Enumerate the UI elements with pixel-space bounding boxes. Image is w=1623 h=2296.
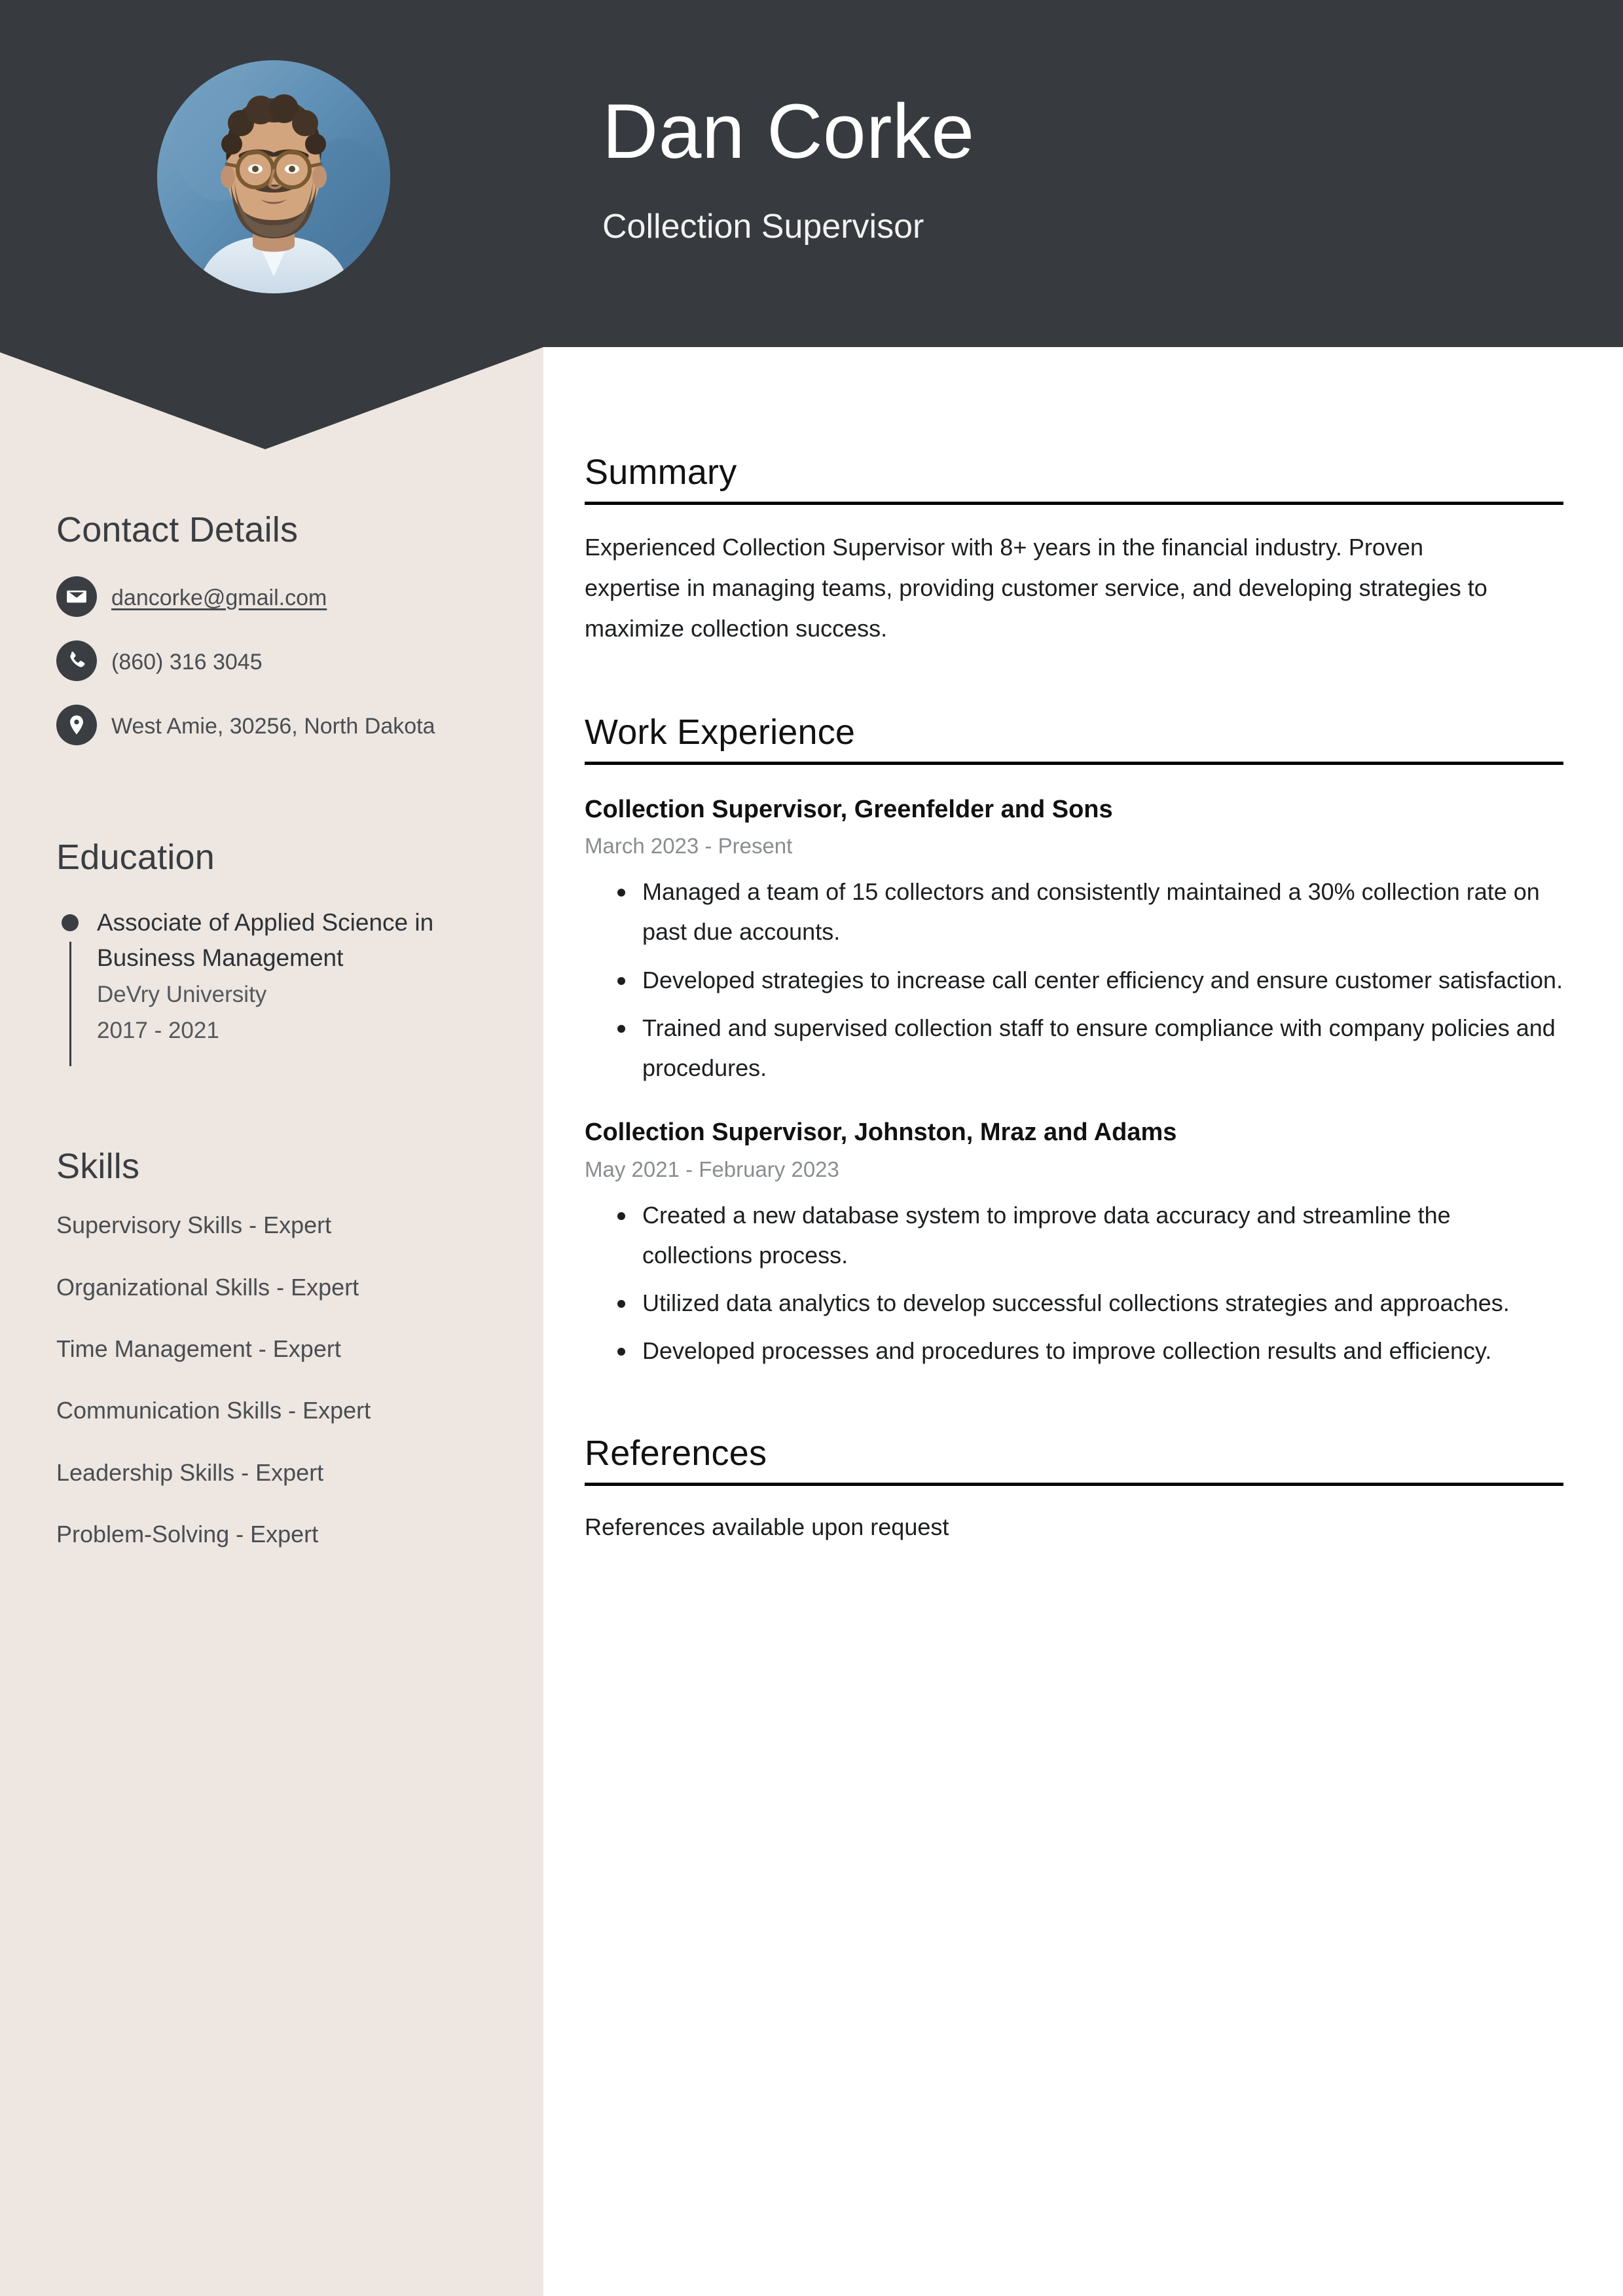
header-job-title: Collection Supervisor [602,207,924,246]
resume-page: Dan Corke Collection Supervisor Contact … [0,0,1623,2296]
job-bullet-list: Managed a team of 15 collectors and cons… [585,872,1563,1088]
contact-details-heading: Contact Details [56,510,299,549]
header-text-block: Dan Corke Collection Supervisor [602,88,1519,246]
list-item: Leadership Skills - Expert [56,1458,324,1486]
list-item: Organizational Skills - Expert [56,1273,359,1301]
page-title: Dan Corke [602,88,975,175]
list-item: Developed processes and procedures to im… [617,1331,1563,1371]
contact-item-address[interactable]: West Amie, 30256, North Dakota [56,703,487,745]
education-bullet-icon [62,914,79,931]
contact-item-phone[interactable]: (860) 316 3045 [56,639,487,681]
list-item: Supervisory Skills - Expert [56,1212,332,1239]
avatar [157,60,390,293]
job-bullet-list: Created a new database system to improve… [585,1195,1563,1371]
location-pin-icon [56,705,97,745]
education-timeline-line [69,942,71,1066]
education-school: DeVry University [97,982,267,1008]
contact-phone-value[interactable]: (860) 316 3045 [111,639,263,679]
education-degree: Associate of Applied Science in Business… [97,909,434,971]
list-item: Time Management - Expert [56,1335,341,1363]
contact-address-value[interactable]: West Amie, 30256, North Dakota [111,703,435,743]
job-role: Collection Supervisor, Johnston, Mraz an… [585,1119,1177,1147]
references-heading: References [585,1433,767,1473]
references-text: References available upon request [585,1513,949,1540]
envelope-icon [56,576,97,617]
skills-list: Supervisory Skills - Expert Organization… [56,1209,487,1551]
summary-section: Summary Experienced Collection Superviso… [585,452,1563,649]
references-divider [585,1482,1563,1486]
education-heading: Education [56,838,215,877]
list-item: Communication Skills - Expert [56,1397,371,1424]
work-experience-heading: Work Experience [585,712,856,752]
job-dates: March 2023 - Present [585,834,793,859]
work-experience-item: Collection Supervisor, Johnston, Mraz an… [585,1117,1563,1371]
list-item: Problem-Solving - Expert [56,1521,319,1548]
list-item: Utilized data analytics to develop succe… [617,1283,1563,1323]
contact-item-email[interactable]: dancorke@gmail.com [56,575,487,617]
summary-text: Experienced Collection Supervisor with 8… [585,534,1487,642]
sidebar: Contact Details dancorke@gmail.com (860)… [0,452,543,1580]
job-role: Collection Supervisor, Greenfelder and S… [585,795,1113,823]
list-item: Trained and supervised collection staff … [617,1008,1563,1088]
contact-list: dancorke@gmail.com (860) 316 3045 West A… [56,575,487,745]
list-item: Managed a team of 15 collectors and cons… [617,872,1563,952]
phone-icon [56,640,97,681]
list-item: Created a new database system to improve… [617,1195,1563,1275]
contact-email-value[interactable]: dancorke@gmail.com [111,575,327,615]
job-dates: May 2021 - February 2023 [585,1157,839,1181]
summary-heading: Summary [585,453,737,492]
work-experience-divider [585,761,1563,765]
summary-divider [585,502,1563,505]
work-experience-section: Work Experience Collection Supervisor, G… [585,712,1563,1371]
education-dates: 2017 - 2021 [97,1017,219,1043]
references-section: References References available upon req… [585,1433,1563,1546]
work-experience-item: Collection Supervisor, Greenfelder and S… [585,794,1563,1088]
education-entry: Associate of Applied Science in Business… [56,905,487,1066]
skills-heading: Skills [56,1147,140,1187]
main-content: Summary Experienced Collection Superviso… [585,452,1563,1546]
list-item: Developed strategies to increase call ce… [617,960,1563,1000]
